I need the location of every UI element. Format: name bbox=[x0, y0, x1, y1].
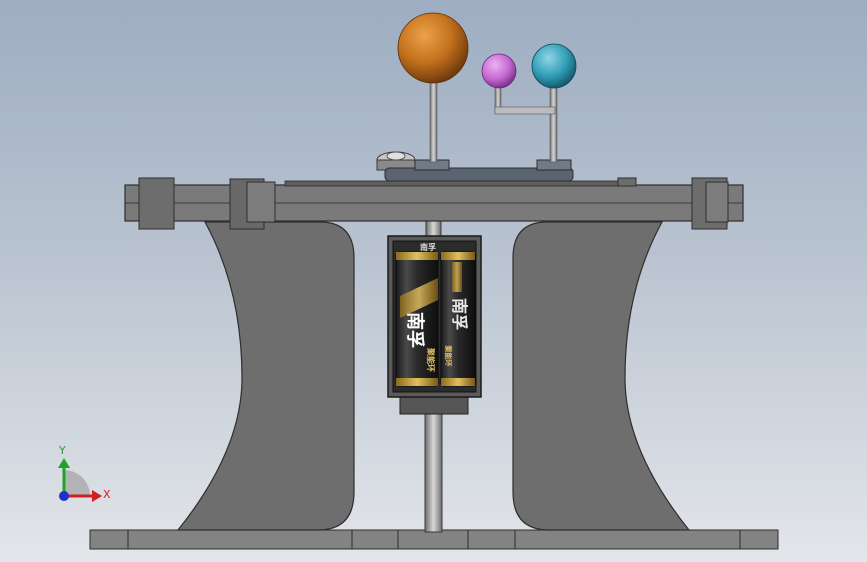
sun-sphere[interactable] bbox=[397, 12, 469, 84]
cad-viewport[interactable]: 南孚 聚能环 南孚 聚能环 南孚 Y X bbox=[0, 0, 867, 562]
top-platform[interactable] bbox=[124, 180, 744, 222]
motor-block[interactable] bbox=[399, 395, 469, 415]
right-support-leg[interactable] bbox=[512, 221, 691, 531]
battery-right-brand: 南孚 bbox=[450, 298, 469, 330]
central-shaft[interactable] bbox=[424, 411, 443, 533]
battery-left-brand: 南孚 bbox=[404, 312, 426, 348]
earth-rod bbox=[549, 85, 558, 163]
moon-sphere[interactable] bbox=[481, 53, 517, 89]
battery-right: 南孚 聚能环 bbox=[440, 251, 476, 387]
earth-sphere[interactable] bbox=[531, 43, 577, 89]
battery-right-small-text: 聚能环 bbox=[444, 345, 453, 367]
sun-rod bbox=[429, 79, 438, 163]
gear-knob[interactable] bbox=[376, 151, 416, 171]
base-plate[interactable] bbox=[89, 529, 779, 550]
left-support-leg[interactable] bbox=[176, 221, 355, 531]
battery-left: 南孚 聚能环 bbox=[395, 251, 439, 387]
battery-left-small-text: 聚能环 bbox=[426, 347, 436, 372]
x-axis-label: X bbox=[103, 488, 111, 501]
y-axis-label: Y bbox=[58, 444, 66, 457]
z-axis-dot bbox=[59, 491, 69, 501]
battery-top-label: 南孚 bbox=[420, 242, 436, 252]
orrery-model-view[interactable]: 南孚 聚能环 南孚 聚能环 南孚 Y X bbox=[0, 0, 867, 562]
coordinate-triad: Y X bbox=[58, 444, 111, 502]
moon-arm bbox=[494, 83, 556, 115]
